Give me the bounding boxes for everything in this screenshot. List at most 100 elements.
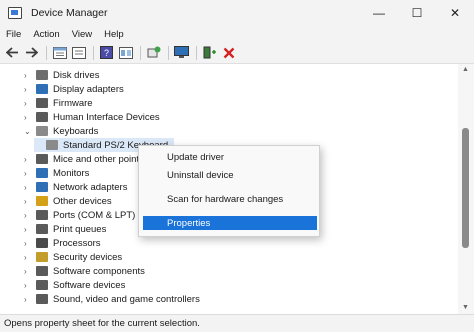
device-manager-icon [8,7,22,19]
toolbar-separator [93,45,94,60]
tree-item-label: Network adapters [53,181,128,193]
scan-hardware-icon[interactable] [145,44,162,61]
tree-item-processors[interactable]: › Processors [24,236,101,250]
other-devices-icon [36,196,48,206]
window-title: Device Manager [31,7,108,19]
toolbar-separator [196,45,197,60]
minimize-button[interactable]: — [360,0,398,26]
tree-item-label: Disk drives [53,69,100,81]
title-bar: Device Manager — ☐ ✕ [0,0,474,26]
port-icon [36,210,48,220]
chevron-right-icon[interactable]: › [24,183,32,192]
tree-item-label: Sound, video and game controllers [53,293,200,305]
chevron-right-icon[interactable]: › [24,85,32,94]
chevron-right-icon[interactable]: › [24,113,32,122]
tree-item-label: Human Interface Devices [53,111,160,123]
tree-item-firmware[interactable]: › Firmware [24,96,93,110]
uninstall-icon[interactable] [220,44,237,61]
software-icon [36,280,48,290]
chevron-right-icon[interactable]: › [24,281,32,290]
tree-item-sound-video-game[interactable]: › Sound, video and game controllers [24,292,200,306]
view-icon[interactable] [117,44,134,61]
chevron-right-icon[interactable]: › [24,197,32,206]
monitor-icon [36,168,48,178]
menu-help[interactable]: Help [104,29,124,40]
sound-icon [36,294,48,304]
show-hide-icon[interactable] [70,44,87,61]
tree-item-network-adapters[interactable]: › Network adapters [24,180,127,194]
tree-item-label: Security devices [53,251,123,263]
tree-item-label: Firmware [53,97,93,109]
tree-item-human-interface-devices[interactable]: › Human Interface Devices [24,110,160,124]
toolbar-separator [140,45,141,60]
tree-item-label: Display adapters [53,83,124,95]
tree-item-label: Software devices [53,279,126,291]
chevron-right-icon[interactable]: › [24,267,32,276]
tree-item-label: Ports (COM & LPT) [53,209,136,221]
chevron-right-icon[interactable]: › [24,155,32,164]
chevron-right-icon[interactable]: › [24,71,32,80]
mouse-icon [36,154,48,164]
scroll-thumb[interactable] [462,128,469,248]
menu-view[interactable]: View [72,29,92,40]
menu-item-update-driver[interactable]: Update driver [143,150,317,164]
network-icon [36,182,48,192]
menu-action[interactable]: Action [33,29,59,40]
tree-item-label: Print queues [53,223,107,235]
monitor-icon[interactable] [173,44,190,61]
scroll-up-icon[interactable]: ▲ [462,66,469,73]
tree-item-print-queues[interactable]: › Print queues [24,222,106,236]
tree-item-label: Monitors [53,167,90,179]
properties-sheet-icon[interactable] [51,44,68,61]
svg-text:?: ? [104,48,109,58]
printer-icon [36,224,48,234]
chevron-down-icon[interactable]: ⌄ [24,127,32,136]
menu-file[interactable]: File [6,29,21,40]
firmware-icon [36,98,48,108]
tree-item-label: Processors [53,237,101,249]
update-driver-icon[interactable] [201,44,218,61]
display-icon [36,84,48,94]
chevron-right-icon[interactable]: › [24,295,32,304]
tree-item-software-components[interactable]: › Software components [24,264,145,278]
toolbar-separator [168,45,169,60]
scroll-down-icon[interactable]: ▼ [462,304,469,311]
tree-item-monitors[interactable]: › Monitors [24,166,89,180]
back-icon[interactable] [4,44,21,61]
help-icon[interactable]: ? [98,44,115,61]
chevron-right-icon[interactable]: › [24,225,32,234]
maximize-button[interactable]: ☐ [398,0,436,26]
tree-item-other-devices[interactable]: › Other devices [24,194,112,208]
close-button[interactable]: ✕ [436,0,474,26]
chevron-right-icon[interactable]: › [24,99,32,108]
tree-item-display-adapters[interactable]: › Display adapters [24,82,124,96]
menu-bar: File Action View Help [0,26,474,42]
tree-item-security-devices[interactable]: › Security devices [24,250,122,264]
menu-item-uninstall-device[interactable]: Uninstall device [143,168,317,182]
toolbar-separator [46,45,47,60]
keyboard-icon [46,140,58,150]
tree-item-keyboards[interactable]: ⌄ Keyboards [24,124,98,138]
tree-item-disk-drives[interactable]: › Disk drives [24,68,99,82]
toolbar: ? [0,42,474,64]
tree-item-software-devices[interactable]: › Software devices [24,278,125,292]
menu-item-properties[interactable]: Properties [143,216,317,230]
security-icon [36,252,48,262]
hid-icon [36,112,48,122]
vertical-scrollbar[interactable]: ▲ ▼ [458,64,474,314]
chevron-right-icon[interactable]: › [24,253,32,262]
status-text: Opens property sheet for the current sel… [4,318,200,329]
tree-item-label: Keyboards [53,125,99,137]
forward-icon[interactable] [23,44,40,61]
disk-icon [36,70,48,80]
keyboard-icon [36,126,48,136]
chevron-right-icon[interactable]: › [24,239,32,248]
chevron-right-icon[interactable]: › [24,211,32,220]
tree-item-ports[interactable]: › Ports (COM & LPT) [24,208,135,222]
tree-item-label: Software components [53,265,145,277]
chevron-right-icon[interactable]: › [24,169,32,178]
window-controls: — ☐ ✕ [360,0,474,26]
processor-icon [36,238,48,248]
menu-item-scan-hardware[interactable]: Scan for hardware changes [143,192,317,206]
context-menu: Update driver Uninstall device Scan for … [138,145,320,237]
